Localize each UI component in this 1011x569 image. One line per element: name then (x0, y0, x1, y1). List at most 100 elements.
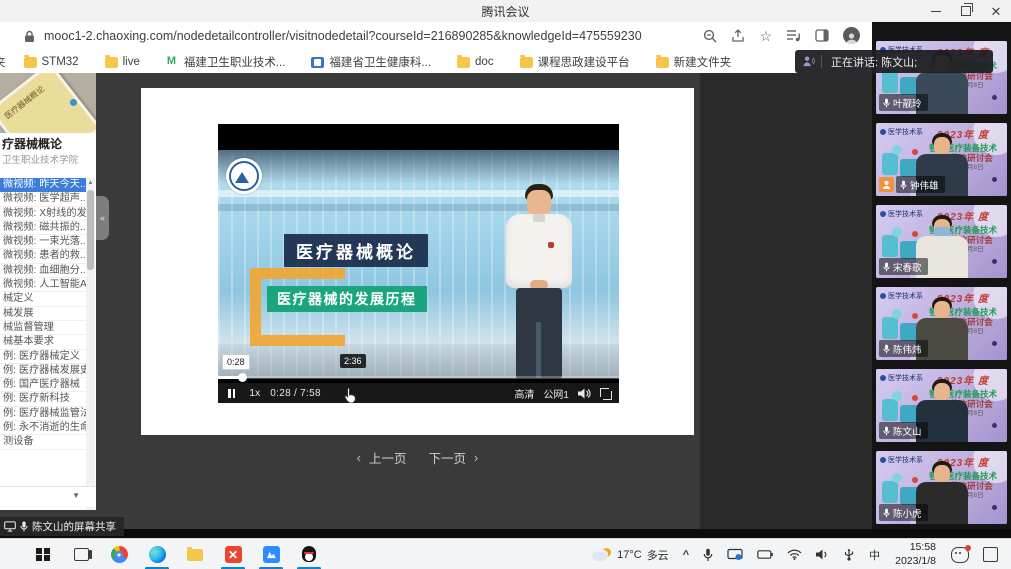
qq-taskbar-icon[interactable] (290, 539, 328, 569)
department-label: 医学技术系 (888, 209, 923, 219)
windows-taskbar: ✕ 17°C 多云 ^ (0, 538, 1011, 569)
presenter (486, 184, 590, 378)
participant-tile[interactable]: 2023年 度 智能医疗装备技术 专业教改研讨会 2023年1月8日 医学技术系 (876, 287, 1007, 360)
chapter-item[interactable]: 微视频: X射线的发... (0, 207, 86, 221)
chapter-item[interactable]: 例: 医疗器械发展史 (0, 364, 86, 378)
sidebar-scrollbar[interactable]: ▲ (86, 178, 95, 510)
zoom-icon[interactable] (703, 29, 717, 43)
weather-widget[interactable]: 17°C 多云 (585, 539, 676, 569)
chapter-item[interactable]: 微视频: 患者的救... (0, 249, 86, 263)
notification-center-icon[interactable] (976, 539, 1005, 569)
clock-time: 15:58 (895, 541, 936, 554)
chapter-item[interactable]: 例: 医疗新科技 (0, 392, 86, 406)
weather-icon (592, 548, 612, 562)
chapter-item[interactable]: 微视频: 磁共振的... (0, 221, 86, 235)
chapter-label: 微视频: 患者的救... (3, 250, 86, 261)
tray-chat-icon[interactable] (944, 539, 976, 569)
bookmark-star-icon[interactable]: ☆ (759, 29, 772, 43)
participant-tile[interactable]: 2023年 度 智能医疗装备技术 专业教改研讨会 2023年1月8日 医学技术系 (876, 369, 1007, 442)
chapter-item[interactable]: 微视频: 昨天今天... (0, 178, 86, 192)
volume-icon[interactable] (578, 388, 591, 399)
edge-taskbar-icon[interactable] (138, 539, 176, 569)
close-button[interactable]: ✕ (989, 4, 1003, 18)
ime-indicator[interactable]: 中 (862, 539, 887, 569)
bookmark-item[interactable]: 福建省卫生健康科... (311, 54, 431, 70)
bookmark-item[interactable]: 福建卫生职业技术... (166, 54, 286, 70)
participant-tile[interactable]: 2023年 度 智能医疗装备技术 专业教改研讨会 2023年1月8日 医学技术系 (876, 123, 1007, 196)
chevron-right-icon: › (474, 450, 478, 465)
share-icon[interactable] (731, 29, 745, 43)
participant-tile[interactable]: 2023年 度 智能医疗装备技术 专业教改研讨会 2023年1月8日 医学技术系 (876, 205, 1007, 278)
restore-button[interactable] (959, 4, 973, 18)
scroll-up-icon[interactable]: ▲ (86, 178, 95, 188)
sidebar-collapse-handle[interactable]: « (96, 196, 109, 240)
chapter-item[interactable]: 例: 医疗器械监管法规 (0, 407, 86, 421)
progress-bar[interactable]: 0:28 2:36 (218, 376, 619, 379)
chapter-item[interactable]: 微视频: 人工智能A... (0, 278, 86, 292)
tray-wifi-icon[interactable] (780, 539, 809, 569)
file-explorer-icon[interactable] (176, 539, 214, 569)
mic-icon (883, 508, 890, 518)
bookmark-item[interactable]: STM32 (24, 56, 79, 68)
chapter-item[interactable]: 械定义 (0, 292, 86, 306)
chrome-taskbar-icon[interactable] (100, 539, 138, 569)
fullscreen-icon[interactable] (600, 388, 610, 398)
chapter-item[interactable]: 微视频: 医学超声... (0, 192, 86, 206)
page-background-right (700, 73, 872, 529)
bookmark-item[interactable]: doc (457, 56, 494, 68)
sidebar-dropdown[interactable]: ▼ (0, 486, 96, 507)
quality-button[interactable]: 高清 (514, 386, 534, 401)
tray-expand-icon[interactable]: ^ (676, 539, 696, 569)
address-bar[interactable]: mooc1-2.chaoxing.com/nodedetailcontrolle… (44, 29, 642, 43)
side-panel-icon[interactable] (815, 29, 829, 42)
start-button[interactable] (24, 539, 62, 569)
bookmark-label: 课程思政建设平台 (538, 54, 630, 70)
chapter-item[interactable]: 例: 医疗器械定义 (0, 350, 86, 364)
chapter-item[interactable]: 微视频: 一束光落... (0, 235, 86, 249)
chapter-item[interactable]: 例: 永不消逝的生命... (0, 421, 86, 435)
bookmark-icon (656, 57, 669, 68)
course-school: 卫生职业技术学院 (2, 152, 78, 166)
chapter-item[interactable]: 械监督管理 (0, 321, 86, 335)
line-select-button[interactable]: 公网1 (543, 386, 569, 401)
bookmark-item[interactable]: 课程思政建设平台 (520, 54, 630, 70)
progress-knob[interactable] (238, 373, 247, 382)
bookmark-item[interactable]: 新建文件夹 (656, 54, 732, 70)
player-control-bar: 1x 0:28 / 7:58 高清 公网1 (218, 383, 619, 403)
task-view-button[interactable] (62, 539, 100, 569)
minimize-button[interactable] (929, 4, 943, 18)
participant-name-pill: 叶靓玲 (879, 94, 928, 111)
bookmark-label: live (123, 56, 140, 68)
playlist-icon[interactable] (786, 29, 801, 42)
tray-mic-icon[interactable] (696, 539, 720, 569)
participant-name-pill: 钟伟雄 (896, 176, 945, 193)
next-page-button[interactable]: 下一页 › (429, 448, 479, 467)
video-overlay-subtitle: 医疗器械的发展历程 (267, 286, 427, 312)
profile-avatar[interactable] (843, 27, 860, 44)
tray-usb-icon[interactable] (836, 539, 862, 569)
bookmark-label: 新建文件夹 (674, 54, 732, 70)
x-app-icon[interactable]: ✕ (214, 539, 252, 569)
pause-button[interactable] (228, 389, 235, 398)
prev-page-button[interactable]: ‹ 上一页 (357, 448, 407, 467)
taskbar-clock[interactable]: 15:58 2023/1/8 (887, 541, 944, 567)
chapter-item[interactable]: 测设备 (0, 435, 86, 449)
chapter-item[interactable]: 械发展 (0, 307, 86, 321)
bookmark-item[interactable]: live (105, 56, 140, 68)
tencent-meeting-icon[interactable] (252, 539, 290, 569)
mic-icon (900, 180, 907, 190)
tray-cast-icon[interactable] (720, 539, 750, 569)
lock-icon (24, 30, 35, 43)
chapter-item[interactable]: 微视频: 血细胞分... (0, 264, 86, 278)
tray-battery-icon[interactable] (750, 539, 780, 569)
bookmark-partial[interactable]: 夹 (0, 54, 6, 70)
browser-toolbar: mooc1-2.chaoxing.com/nodedetailcontrolle… (0, 22, 872, 51)
department-label: 医学技术系 (888, 373, 923, 383)
chapter-item[interactable]: 械基本要求 (0, 335, 86, 349)
tray-volume-icon[interactable] (809, 539, 836, 569)
scrollbar-thumb[interactable] (87, 190, 94, 270)
participant-tile[interactable]: 2023年 度 智能医疗装备技术 专业教改研讨会 2023年1月8日 医学技术系 (876, 451, 1007, 524)
chapter-item[interactable]: 例: 国产医疗器械 (0, 378, 86, 392)
video-player[interactable]: 医疗器械概论 医疗器械的发展历程 0:28 2:36 1x 0:28 / 7:5… (218, 124, 619, 403)
playback-speed[interactable]: 1x (249, 387, 260, 399)
